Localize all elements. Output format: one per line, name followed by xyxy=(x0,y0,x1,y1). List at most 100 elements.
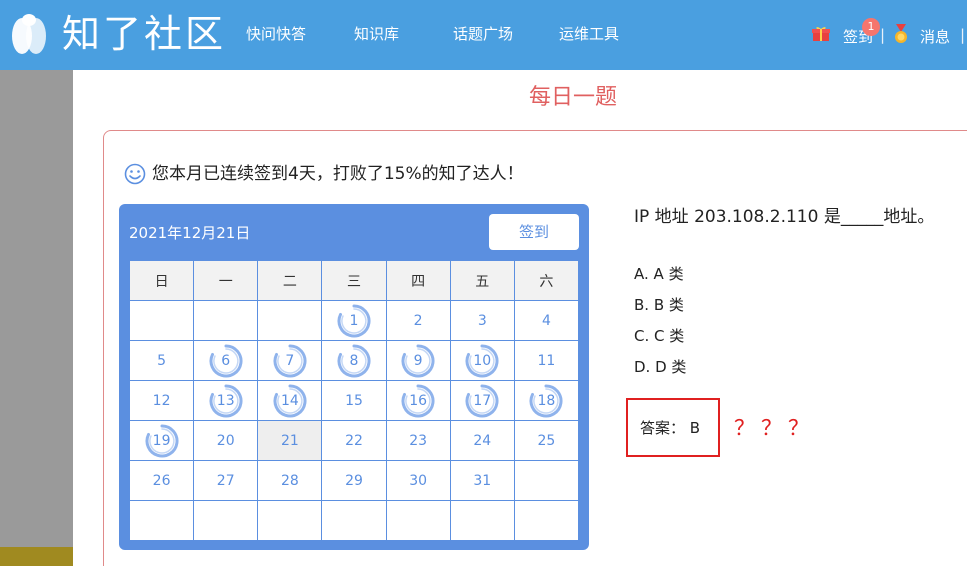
weekday-header: 三 xyxy=(321,260,387,301)
calendar-day-empty xyxy=(321,500,387,541)
smile-icon xyxy=(124,163,146,185)
calendar-day[interactable]: 26 xyxy=(128,460,195,501)
calendar-day[interactable]: 14 xyxy=(257,380,323,421)
calendar-day-number: 11 xyxy=(537,352,556,369)
calendar-day[interactable]: 7 xyxy=(257,340,323,381)
calendar-day-number: 13 xyxy=(216,392,235,409)
calendar-grid: 日一二三四五六 1 2 3 4 5 6 7 8 9 10 11 12 13 14 15 16 17 18 19 20 2… xyxy=(128,260,580,541)
calendar-body: 1 2 3 4 5 6 7 8 9 10 11 12 13 14 15 16 17 18 19 20 21 22 23 24 2… xyxy=(128,300,580,541)
separator: | xyxy=(880,26,886,44)
calendar-day-number: 24 xyxy=(473,432,492,449)
calendar-day-empty xyxy=(385,500,451,541)
calendar-day-number: 7 xyxy=(285,352,295,369)
calendar-day-number: 16 xyxy=(409,392,428,409)
calendar-day-number: 15 xyxy=(345,392,363,409)
calendar-day-number: 1 xyxy=(349,312,359,329)
calendar-day[interactable]: 10 xyxy=(449,340,515,381)
calendar-day[interactable]: 23 xyxy=(385,420,451,461)
checkin-calendar: 2021年12月21日 签到 日一二三四五六 1 2 3 4 5 6 7 8 9 10 11 12 13… xyxy=(119,204,589,550)
nav-ops-tools[interactable]: 运维工具 xyxy=(559,24,619,44)
calendar-day-number: 21 xyxy=(280,432,299,449)
calendar-day[interactable]: 16 xyxy=(385,380,451,421)
calendar-day-empty xyxy=(513,500,580,541)
calendar-day[interactable]: 29 xyxy=(321,460,387,501)
calendar-week-row: 5 6 7 8 9 10 11 xyxy=(128,340,580,381)
nav-topic-square[interactable]: 话题广场 xyxy=(453,24,513,44)
calendar-day[interactable]: 3 xyxy=(449,300,515,341)
calendar-day[interactable]: 30 xyxy=(385,460,451,501)
calendar-day[interactable]: 6 xyxy=(193,340,259,381)
option-a[interactable]: A. A 类 xyxy=(634,263,684,285)
calendar-day[interactable]: 2 xyxy=(385,300,451,341)
calendar-week-row: 12 13 14 15 16 17 18 xyxy=(128,380,580,421)
calendar-day-number: 26 xyxy=(152,472,171,489)
calendar-day-empty xyxy=(257,500,323,541)
calendar-week-row: 1 2 3 4 xyxy=(128,300,580,341)
calendar-day-empty xyxy=(513,460,580,501)
calendar-day[interactable]: 5 xyxy=(128,340,195,381)
calendar-day[interactable]: 1 xyxy=(321,300,387,341)
calendar-day-number: 22 xyxy=(345,432,363,449)
calendar-day-empty xyxy=(257,300,323,341)
calendar-day-empty xyxy=(193,500,259,541)
calendar-day[interactable]: 12 xyxy=(128,380,195,421)
calendar-day-empty xyxy=(128,500,195,541)
calendar-day[interactable]: 8 xyxy=(321,340,387,381)
calendar-date: 2021年12月21日 xyxy=(129,224,251,242)
calendar-day[interactable]: 13 xyxy=(193,380,259,421)
calendar-day[interactable]: 22 xyxy=(321,420,387,461)
calendar-day[interactable]: 11 xyxy=(513,340,580,381)
calendar-day-number: 14 xyxy=(280,392,299,409)
separator: | xyxy=(960,26,966,44)
calendar-day-number: 19 xyxy=(152,432,171,449)
calendar-day-number: 2 xyxy=(413,312,423,329)
calendar-day-number: 20 xyxy=(216,432,235,449)
calendar-day[interactable]: 21 xyxy=(257,420,323,461)
weekday-header: 一 xyxy=(193,260,259,301)
calendar-day[interactable]: 17 xyxy=(449,380,515,421)
left-strip-footer xyxy=(0,547,73,566)
calendar-day-number: 31 xyxy=(473,472,492,489)
calendar-day-number: 30 xyxy=(409,472,428,489)
nav-quick-qa[interactable]: 快问快答 xyxy=(246,24,306,44)
calendar-day[interactable]: 15 xyxy=(321,380,387,421)
calendar-day-number: 3 xyxy=(477,312,487,329)
messages-link[interactable]: 消息 xyxy=(920,26,950,47)
calendar-day-number: 27 xyxy=(216,472,235,489)
calendar-day[interactable]: 19 xyxy=(128,420,195,461)
weekday-header: 日 xyxy=(128,260,195,301)
nav-knowledge-base[interactable]: 知识库 xyxy=(354,24,399,44)
calendar-day[interactable]: 9 xyxy=(385,340,451,381)
question-marks-annotation: ？？？ xyxy=(734,416,815,440)
option-b[interactable]: B. B 类 xyxy=(634,294,684,316)
calendar-day-number: 23 xyxy=(409,432,428,449)
calendar-day[interactable]: 18 xyxy=(513,380,580,421)
calendar-day-empty xyxy=(193,300,259,341)
calendar-day-number: 25 xyxy=(537,432,556,449)
calendar-day-number: 29 xyxy=(345,472,363,489)
calendar-week-row: 26 27 28 29 30 31 xyxy=(128,460,580,501)
checkin-badge: 1 xyxy=(862,18,880,36)
calendar-day[interactable]: 20 xyxy=(193,420,259,461)
calendar-day-empty xyxy=(128,300,195,341)
checkin-button[interactable]: 签到 xyxy=(489,214,579,250)
option-c[interactable]: C. C 类 xyxy=(634,325,684,347)
weekday-header: 四 xyxy=(385,260,451,301)
calendar-day[interactable]: 4 xyxy=(513,300,580,341)
option-d[interactable]: D. D 类 xyxy=(634,356,686,378)
calendar-day[interactable]: 25 xyxy=(513,420,580,461)
calendar-day-number: 6 xyxy=(221,352,231,369)
calendar-day[interactable]: 28 xyxy=(257,460,323,501)
calendar-day[interactable]: 31 xyxy=(449,460,515,501)
calendar-day[interactable]: 27 xyxy=(193,460,259,501)
brand-name[interactable]: 知了社区 xyxy=(62,8,226,60)
cicada-logo-icon[interactable] xyxy=(10,10,48,58)
calendar-day-number: 8 xyxy=(349,352,359,369)
calendar-day[interactable]: 24 xyxy=(449,420,515,461)
calendar-day-number: 18 xyxy=(537,392,556,409)
gift-icon xyxy=(812,27,830,41)
weekday-header-row: 日一二三四五六 xyxy=(128,260,580,301)
medal-icon xyxy=(895,24,907,43)
weekday-header: 五 xyxy=(449,260,515,301)
calendar-day-number: 9 xyxy=(413,352,423,369)
